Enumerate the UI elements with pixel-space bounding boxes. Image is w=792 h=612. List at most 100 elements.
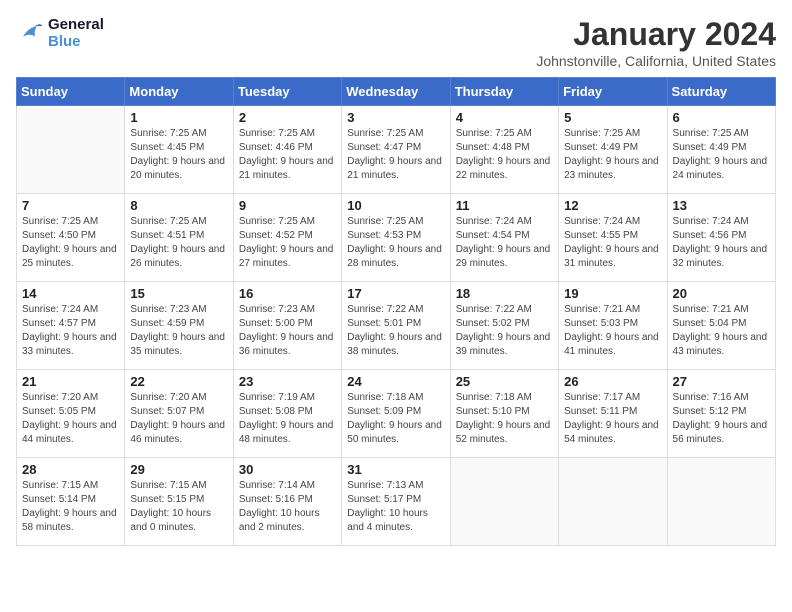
calendar-cell (667, 458, 775, 546)
calendar-cell: 1 Sunrise: 7:25 AMSunset: 4:45 PMDaylight… (125, 106, 233, 194)
page-header: General Blue January 2024 Johnstonville,… (16, 16, 776, 69)
day-info: Sunrise: 7:20 AMSunset: 5:07 PMDaylight:… (130, 391, 227, 447)
title-block: January 2024 Johnstonville, California, … (536, 16, 776, 69)
day-number: 2 (239, 110, 336, 125)
calendar-cell: 16 Sunrise: 7:23 AMSunset: 5:00 PMDayligh… (233, 282, 341, 370)
day-info: Sunrise: 7:17 AMSunset: 5:11 PMDaylight:… (564, 391, 661, 447)
day-info: Sunrise: 7:21 AMSunset: 5:04 PMDaylight:… (673, 303, 770, 359)
day-number: 23 (239, 374, 336, 389)
day-number: 19 (564, 286, 661, 301)
week-row-4: 21 Sunrise: 7:20 AMSunset: 5:05 PMDayligh… (17, 370, 776, 458)
day-number: 29 (130, 462, 227, 477)
day-number: 12 (564, 198, 661, 213)
calendar-cell: 11 Sunrise: 7:24 AMSunset: 4:54 PMDayligh… (450, 194, 558, 282)
day-info: Sunrise: 7:25 AMSunset: 4:49 PMDaylight:… (564, 127, 661, 183)
week-row-1: 1 Sunrise: 7:25 AMSunset: 4:45 PMDaylight… (17, 106, 776, 194)
calendar-cell (450, 458, 558, 546)
calendar-cell: 13 Sunrise: 7:24 AMSunset: 4:56 PMDayligh… (667, 194, 775, 282)
day-number: 22 (130, 374, 227, 389)
day-header-monday: Monday (125, 78, 233, 106)
calendar-cell: 21 Sunrise: 7:20 AMSunset: 5:05 PMDayligh… (17, 370, 125, 458)
calendar-cell: 7Sunrise: 7:25 AMSunset: 4:50 PMDaylight… (17, 194, 125, 282)
day-info: Sunrise: 7:25 AMSunset: 4:48 PMDaylight:… (456, 127, 553, 183)
day-info: Sunrise: 7:22 AMSunset: 5:01 PMDaylight:… (347, 303, 444, 359)
calendar-cell: 4Sunrise: 7:25 AMSunset: 4:48 PMDaylight… (450, 106, 558, 194)
day-number: 18 (456, 286, 553, 301)
day-number: 21 (22, 374, 119, 389)
calendar-cell: 29 Sunrise: 7:15 AMSunset: 5:15 PMDayligh… (125, 458, 233, 546)
day-number: 1 (130, 110, 227, 125)
calendar-cell: 30 Sunrise: 7:14 AMSunset: 5:16 PMDayligh… (233, 458, 341, 546)
week-row-2: 7Sunrise: 7:25 AMSunset: 4:50 PMDaylight… (17, 194, 776, 282)
day-number: 16 (239, 286, 336, 301)
day-info: Sunrise: 7:20 AMSunset: 5:05 PMDaylight:… (22, 391, 119, 447)
calendar-cell: 20 Sunrise: 7:21 AMSunset: 5:04 PMDayligh… (667, 282, 775, 370)
calendar-cell (559, 458, 667, 546)
day-number: 24 (347, 374, 444, 389)
day-info: Sunrise: 7:23 AMSunset: 5:00 PMDaylight:… (239, 303, 336, 359)
day-header-wednesday: Wednesday (342, 78, 450, 106)
day-number: 3 (347, 110, 444, 125)
day-info: Sunrise: 7:18 AMSunset: 5:10 PMDaylight:… (456, 391, 553, 447)
calendar-cell: 10 Sunrise: 7:25 AMSunset: 4:53 PMDayligh… (342, 194, 450, 282)
day-header-saturday: Saturday (667, 78, 775, 106)
day-info: Sunrise: 7:14 AMSunset: 5:16 PMDaylight:… (239, 479, 336, 535)
calendar-cell: 14Sunrise: 7:24 AMSunset: 4:57 PMDayligh… (17, 282, 125, 370)
day-info: Sunrise: 7:22 AMSunset: 5:02 PMDaylight:… (456, 303, 553, 359)
day-number: 17 (347, 286, 444, 301)
calendar-cell: 8 Sunrise: 7:25 AMSunset: 4:51 PMDaylight… (125, 194, 233, 282)
day-info: Sunrise: 7:15 AMSunset: 5:14 PMDaylight:… (22, 479, 119, 535)
day-info: Sunrise: 7:21 AMSunset: 5:03 PMDaylight:… (564, 303, 661, 359)
day-info: Sunrise: 7:24 AMSunset: 4:56 PMDaylight:… (673, 215, 770, 271)
calendar-cell: 2 Sunrise: 7:25 AMSunset: 4:46 PMDaylight… (233, 106, 341, 194)
calendar-cell: 31Sunrise: 7:13 AMSunset: 5:17 PMDayligh… (342, 458, 450, 546)
calendar-header-row: SundayMondayTuesdayWednesdayThursdayFrid… (17, 78, 776, 106)
day-info: Sunrise: 7:25 AMSunset: 4:45 PMDaylight:… (130, 127, 227, 183)
calendar-cell: 5 Sunrise: 7:25 AMSunset: 4:49 PMDaylight… (559, 106, 667, 194)
day-info: Sunrise: 7:25 AMSunset: 4:47 PMDaylight:… (347, 127, 444, 183)
calendar-table: SundayMondayTuesdayWednesdayThursdayFrid… (16, 77, 776, 546)
day-info: Sunrise: 7:18 AMSunset: 5:09 PMDaylight:… (347, 391, 444, 447)
logo-icon (16, 19, 44, 47)
month-title: January 2024 (536, 16, 776, 53)
day-info: Sunrise: 7:25 AMSunset: 4:51 PMDaylight:… (130, 215, 227, 271)
week-row-3: 14Sunrise: 7:24 AMSunset: 4:57 PMDayligh… (17, 282, 776, 370)
day-info: Sunrise: 7:24 AMSunset: 4:54 PMDaylight:… (456, 215, 553, 271)
day-info: Sunrise: 7:23 AMSunset: 4:59 PMDaylight:… (130, 303, 227, 359)
day-info: Sunrise: 7:16 AMSunset: 5:12 PMDaylight:… (673, 391, 770, 447)
day-number: 28 (22, 462, 119, 477)
calendar-cell: 26Sunrise: 7:17 AMSunset: 5:11 PMDayligh… (559, 370, 667, 458)
calendar-cell: 18 Sunrise: 7:22 AMSunset: 5:02 PMDayligh… (450, 282, 558, 370)
day-number: 8 (130, 198, 227, 213)
calendar-cell: 15 Sunrise: 7:23 AMSunset: 4:59 PMDayligh… (125, 282, 233, 370)
calendar-cell (17, 106, 125, 194)
day-number: 30 (239, 462, 336, 477)
day-header-sunday: Sunday (17, 78, 125, 106)
day-info: Sunrise: 7:25 AMSunset: 4:53 PMDaylight:… (347, 215, 444, 271)
day-header-tuesday: Tuesday (233, 78, 341, 106)
day-number: 20 (673, 286, 770, 301)
calendar-cell: 9 Sunrise: 7:25 AMSunset: 4:52 PMDaylight… (233, 194, 341, 282)
day-header-friday: Friday (559, 78, 667, 106)
day-number: 5 (564, 110, 661, 125)
day-info: Sunrise: 7:19 AMSunset: 5:08 PMDaylight:… (239, 391, 336, 447)
day-info: Sunrise: 7:24 AMSunset: 4:57 PMDaylight:… (22, 303, 119, 359)
day-number: 15 (130, 286, 227, 301)
calendar-cell: 22 Sunrise: 7:20 AMSunset: 5:07 PMDayligh… (125, 370, 233, 458)
calendar-cell: 19 Sunrise: 7:21 AMSunset: 5:03 PMDayligh… (559, 282, 667, 370)
day-info: Sunrise: 7:25 AMSunset: 4:50 PMDaylight:… (22, 215, 119, 271)
day-header-thursday: Thursday (450, 78, 558, 106)
calendar-cell: 3 Sunrise: 7:25 AMSunset: 4:47 PMDaylight… (342, 106, 450, 194)
day-number: 10 (347, 198, 444, 213)
day-number: 11 (456, 198, 553, 213)
day-info: Sunrise: 7:25 AMSunset: 4:46 PMDaylight:… (239, 127, 336, 183)
day-number: 9 (239, 198, 336, 213)
calendar-cell: 17 Sunrise: 7:22 AMSunset: 5:01 PMDayligh… (342, 282, 450, 370)
calendar-cell: 25Sunrise: 7:18 AMSunset: 5:10 PMDayligh… (450, 370, 558, 458)
week-row-5: 28 Sunrise: 7:15 AMSunset: 5:14 PMDayligh… (17, 458, 776, 546)
day-info: Sunrise: 7:15 AMSunset: 5:15 PMDaylight:… (130, 479, 227, 535)
location: Johnstonville, California, United States (536, 53, 776, 69)
day-number: 27 (673, 374, 770, 389)
day-number: 13 (673, 198, 770, 213)
day-info: Sunrise: 7:25 AMSunset: 4:52 PMDaylight:… (239, 215, 336, 271)
